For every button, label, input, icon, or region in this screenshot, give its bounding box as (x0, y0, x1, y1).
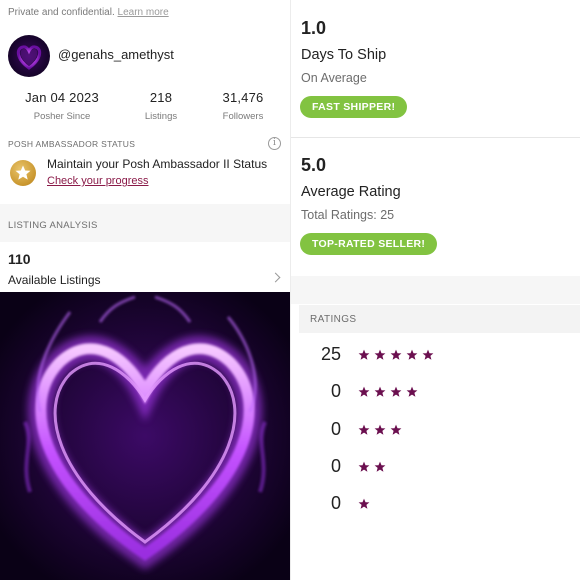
star-icon (358, 424, 370, 435)
fast-shipper-badge: FAST SHIPPER! (300, 96, 408, 118)
days-to-ship-value: 1.0 (301, 18, 327, 38)
top-rated-seller-badge: TOP-RATED SELLER! (300, 233, 438, 255)
rating-count: 25 (320, 344, 341, 364)
available-listings-label[interactable]: Available Listings (8, 273, 101, 287)
average-rating-title: Average Rating (301, 184, 401, 200)
rating-stars (358, 385, 422, 403)
rating-row-5-star: 25 (291, 344, 580, 372)
rating-row-2-star: 0 (291, 456, 580, 484)
star-icon (358, 461, 370, 472)
star-icon (374, 424, 386, 435)
rating-count: 0 (330, 381, 341, 401)
star-icon (374, 386, 386, 397)
purple-heart-image (0, 292, 290, 580)
star-icon (374, 461, 386, 472)
rating-count: 0 (330, 493, 341, 513)
listing-analysis-title: LISTING ANALYSIS (8, 220, 98, 231)
star-icon (374, 349, 386, 360)
profile-panel: Private and confidential. Learn more @ge… (0, 0, 290, 580)
rating-row-4-star: 0 (291, 381, 580, 409)
section-spacer (291, 276, 580, 304)
info-icon[interactable]: i (268, 137, 281, 150)
section-divider (291, 137, 580, 138)
average-rating-value: 5.0 (301, 155, 327, 175)
days-to-ship-sub: On Average (301, 71, 367, 85)
star-icon (406, 349, 418, 360)
ambassador-star-icon (10, 160, 36, 186)
check-progress-link[interactable]: Check your progress (47, 175, 149, 187)
rating-stars (358, 348, 438, 366)
total-ratings: Total Ratings: 25 (301, 208, 395, 222)
chevron-right-icon[interactable] (270, 272, 281, 283)
stats-panel: 1.0 Days To Ship On Average FAST SHIPPER… (291, 0, 580, 580)
star-icon (390, 349, 402, 360)
ambassador-status-text: Maintain your Posh Ambassador II Status (47, 157, 268, 171)
stat-listings[interactable]: 218 Listings (131, 90, 191, 122)
star-icon (358, 349, 370, 360)
stat-followers[interactable]: 31,476 Followers (208, 90, 278, 122)
rating-row-3-star: 0 (291, 419, 580, 447)
username[interactable]: @genahs_amethyst (58, 47, 174, 62)
rating-stars (358, 423, 406, 441)
star-icon (422, 349, 434, 360)
privacy-note: Private and confidential. Learn more (8, 7, 169, 18)
rating-count: 0 (330, 419, 341, 439)
avatar[interactable] (8, 35, 50, 77)
stat-posher-since: Jan 04 2023 Posher Since (25, 90, 99, 122)
star-icon (390, 386, 402, 397)
rating-count: 0 (330, 456, 341, 476)
star-icon (358, 498, 370, 509)
star-icon (406, 386, 418, 397)
available-listings-count[interactable]: 110 (8, 251, 31, 267)
star-icon (390, 424, 402, 435)
learn-more-link[interactable]: Learn more (118, 7, 169, 18)
rating-stars (358, 460, 390, 478)
ratings-title: RATINGS (310, 314, 357, 325)
star-icon (358, 386, 370, 397)
rating-row-1-star: 0 (291, 493, 580, 521)
days-to-ship-title: Days To Ship (301, 47, 387, 63)
rating-stars (358, 497, 374, 515)
ambassador-section-title: POSH AMBASSADOR STATUS (8, 139, 136, 149)
heart-avatar-image (16, 45, 42, 70)
